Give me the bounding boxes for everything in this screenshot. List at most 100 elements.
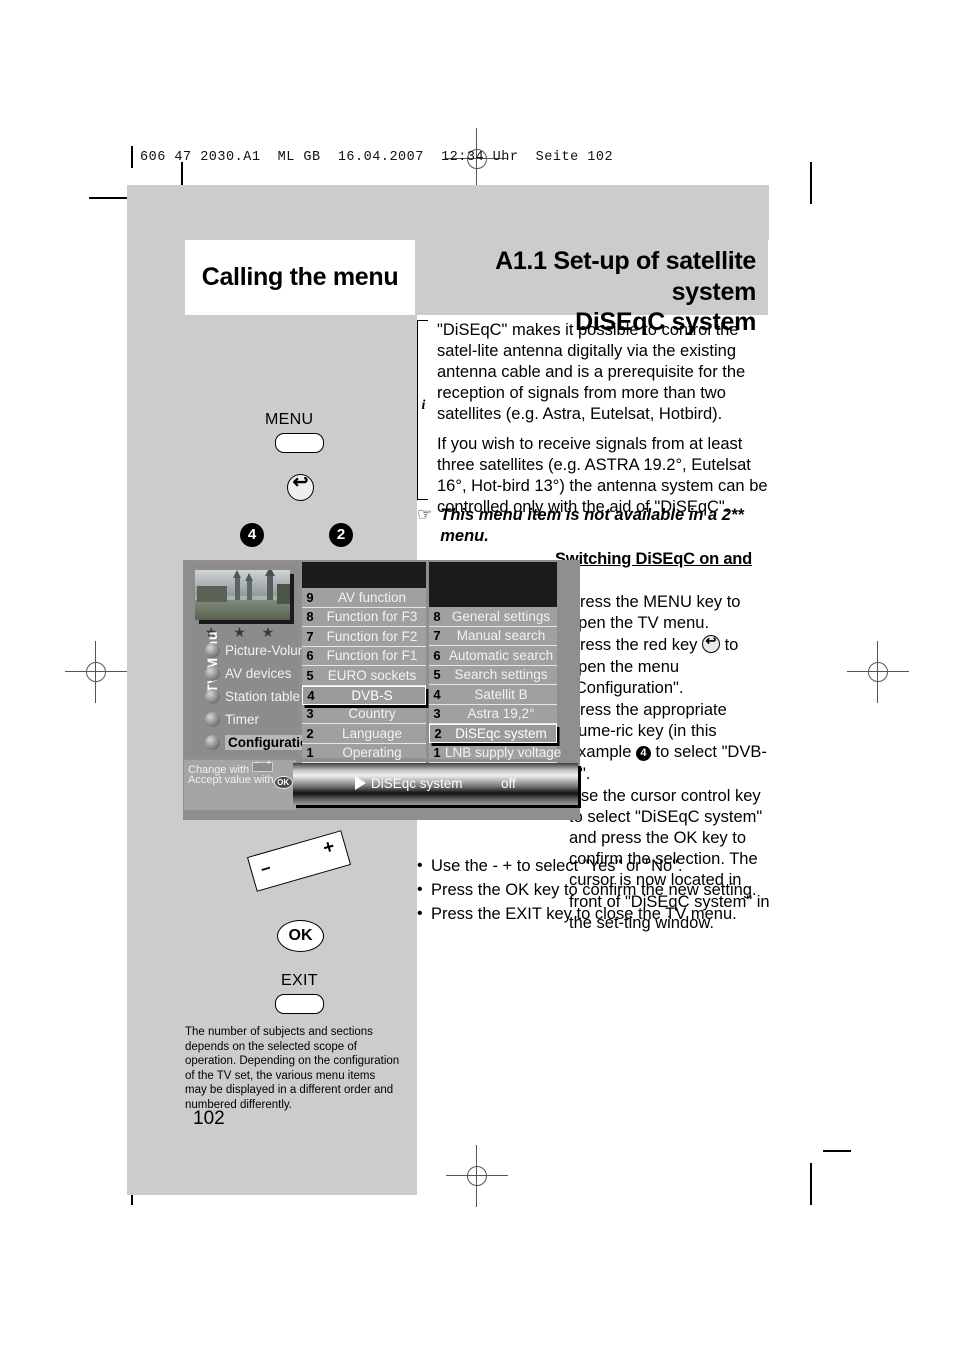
- tv-setting-bar[interactable]: DiSEqc system off: [293, 763, 578, 805]
- info-icon: i: [421, 398, 426, 413]
- row-number: 5: [306, 667, 314, 683]
- registration-mark-bottom: [446, 1145, 508, 1207]
- page-title-right: A1.1 Set-up of satellite system DiSEqC s…: [417, 240, 768, 336]
- plus-icon: +: [320, 836, 338, 860]
- red-key-button[interactable]: ↩: [287, 472, 314, 501]
- row-label: Automatic search: [448, 647, 554, 663]
- row-label: AV function: [337, 589, 407, 605]
- registration-mark-left: [65, 641, 127, 703]
- tv-setting-value: off: [501, 776, 516, 791]
- tv-setting-label: DiSEqc system: [371, 776, 463, 791]
- row-label: Manual search: [456, 628, 546, 644]
- info-paragraph-1: "DiSEqC" makes it possible to control th…: [437, 321, 746, 424]
- row-label: Function for F2: [326, 628, 418, 644]
- tv-main-item-av-devices[interactable]: AV devices: [205, 663, 292, 683]
- tv-column2-row[interactable]: 9 AV function: [302, 588, 426, 608]
- tv-column3-rows: 8 General settings 7 Manual search 6 Automa…: [429, 607, 561, 763]
- tv-column3-row-selected[interactable]: 2 DiSEqc system: [429, 724, 557, 743]
- page-title-left: Calling the menu: [185, 240, 415, 315]
- row-number: 8: [306, 609, 314, 625]
- row-label: Country: [348, 706, 396, 722]
- tv-column2-rows: 9 AV function 8 Function for F3 7 Function …: [302, 588, 426, 763]
- tv-hint-line-2-text: Accept value with: [188, 774, 274, 786]
- menu-button[interactable]: [275, 433, 324, 453]
- row-number: 1: [433, 744, 441, 760]
- tv-main-item-label: Station table: [225, 688, 301, 704]
- tv-column3-row[interactable]: 5 Search settings: [429, 666, 557, 685]
- tv-column2-row-selected[interactable]: 4 DVB-S: [302, 685, 426, 705]
- row-label: EURO sockets: [327, 667, 417, 683]
- row-number: 7: [433, 628, 441, 644]
- tv-column2-row[interactable]: 2 Language: [302, 724, 426, 744]
- row-label: Satellit B: [474, 686, 528, 702]
- row-number: 6: [306, 648, 314, 664]
- procedure-heading: Switching DiSEqC on and off: [555, 550, 753, 587]
- tv-main-item-label: Timer: [225, 711, 259, 727]
- row-number: 3: [306, 706, 314, 722]
- tv-column2-row[interactable]: 8 Function for F3: [302, 608, 426, 627]
- info-block: i "DiSEqC" makes it possible to control …: [417, 320, 769, 526]
- numeric-key-2[interactable]: 2: [329, 523, 353, 547]
- tv-hint-box: Change with Accept value withOK: [184, 758, 296, 810]
- row-number: 4: [307, 687, 315, 703]
- row-number: 2: [434, 726, 442, 741]
- tv-column3-row[interactable]: 7 Manual search: [429, 627, 557, 646]
- pointing-hand-icon: ☞: [417, 505, 433, 524]
- procedure-step: Press the red key to open the menu "Conf…: [555, 633, 770, 699]
- bullet-orb-icon: [205, 711, 220, 727]
- exit-button[interactable]: [275, 994, 324, 1014]
- tv-preview-image: [195, 570, 290, 620]
- note-block: ☞ This menu item is not available in a 2…: [417, 505, 769, 547]
- tv-column2-row[interactable]: 7 Function for F2: [302, 627, 426, 647]
- row-label: DVB-S: [351, 687, 393, 703]
- tv-main-item-label: AV devices: [225, 665, 292, 681]
- row-label: Language: [341, 725, 403, 741]
- plus-minus-icon: [252, 758, 274, 772]
- tv-column3-row[interactable]: 3 Astra 19,2°: [429, 705, 557, 724]
- row-label: DiSEqc system: [455, 726, 547, 741]
- bullet-orb-icon: [205, 665, 220, 681]
- procedure-step: Use the - + to select "Yes" or "No".: [417, 854, 769, 879]
- procedure-step: Press the EXIT key to close the TV menu.: [417, 902, 769, 927]
- tv-column2-row[interactable]: 1 Operating: [302, 744, 426, 763]
- row-number: 9: [306, 589, 314, 605]
- note-text: This menu item is not available in a 2**…: [440, 506, 744, 546]
- ok-button[interactable]: OK: [277, 920, 324, 952]
- tv-hint-line-2: Accept value with OK: [188, 774, 293, 789]
- menu-key-label: MENU: [265, 411, 314, 428]
- row-number: 8: [433, 608, 441, 624]
- return-arrow-icon: ↩: [292, 472, 309, 493]
- tv-column2-row[interactable]: 5 EURO sockets: [302, 666, 426, 686]
- registration-mark-right: [847, 641, 909, 703]
- footnote-text: The number of subjects and sections depe…: [185, 1026, 400, 1111]
- numeric-key-4[interactable]: 4: [240, 523, 264, 547]
- row-label: Search settings: [454, 667, 548, 683]
- row-label: General settings: [451, 608, 551, 624]
- crop-mark-top-left-h: [89, 197, 131, 199]
- row-number: 2: [306, 725, 314, 741]
- tv-column3-row[interactable]: 1 LNB supply voltage: [429, 743, 561, 763]
- tv-main-item-timer[interactable]: Timer: [205, 709, 259, 729]
- row-label: Operating: [342, 745, 402, 761]
- tv-main-item-picture-volume[interactable]: Picture-Volume: [205, 640, 317, 660]
- row-label: Function for F3: [326, 609, 418, 625]
- tv-main-item-station-table[interactable]: Station table: [205, 686, 300, 706]
- row-label: Function for F1: [326, 648, 418, 664]
- numeric-key-4-icon: 4: [635, 746, 651, 762]
- row-label: Astra 19,2°: [467, 706, 535, 722]
- tv-column3-row[interactable]: 6 Automatic search: [429, 646, 557, 666]
- tv-column2-row[interactable]: 3 Country: [302, 705, 426, 724]
- bullet-orb-icon: [205, 734, 220, 750]
- row-number: 3: [433, 706, 441, 722]
- tv-column3-header: [429, 562, 557, 607]
- tv-column3-row[interactable]: 4 Satellit B: [429, 685, 557, 705]
- page-gray-header-band: [127, 185, 769, 240]
- row-number: 5: [433, 667, 441, 683]
- procedure-step: Press the OK key to confirm the new sett…: [417, 878, 769, 903]
- tv-column2-row[interactable]: 6 Function for F1: [302, 647, 426, 666]
- tv-column3-row[interactable]: 8 General settings: [429, 607, 557, 627]
- bullet-orb-icon: [205, 642, 220, 658]
- page-number: 102: [193, 1108, 225, 1129]
- procedure-step: Press the MENU key to open the TV menu.: [555, 591, 770, 634]
- row-number: 4: [433, 686, 441, 702]
